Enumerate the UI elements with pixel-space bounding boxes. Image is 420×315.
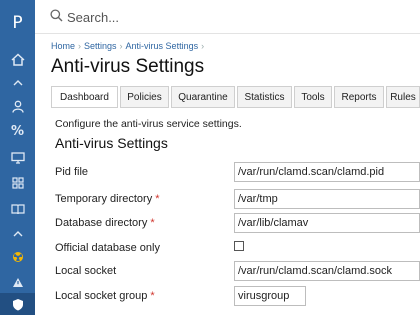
socket-group-label-text: Local socket group: [55, 290, 148, 302]
official-db-label: Official database only: [55, 242, 160, 254]
official-db-checkbox[interactable]: [234, 241, 244, 251]
required-marker: *: [155, 193, 160, 205]
tab-dashboard[interactable]: Dashboard: [51, 86, 118, 108]
radiation-icon[interactable]: [0, 245, 35, 269]
page-title: Anti-virus Settings: [51, 56, 205, 77]
temp-dir-input[interactable]: [234, 189, 420, 209]
alert-icon[interactable]: [0, 270, 35, 294]
breadcrumb-antivirus-settings[interactable]: Anti-virus Settings: [126, 41, 199, 51]
shield-icon[interactable]: [0, 293, 35, 315]
section-title: Anti-virus Settings: [55, 135, 168, 151]
pid-file-input[interactable]: [234, 162, 420, 182]
breadcrumb: Home › Settings › Anti-virus Settings ›: [51, 41, 207, 51]
sidebar: P %: [0, 0, 35, 315]
app-logo[interactable]: P: [0, 10, 35, 36]
tab-policies[interactable]: Policies: [120, 86, 169, 108]
monitor-icon[interactable]: [0, 146, 35, 170]
chevron-up-icon[interactable]: [0, 221, 35, 245]
required-marker: *: [150, 217, 155, 229]
breadcrumb-settings[interactable]: Settings: [84, 41, 117, 51]
tab-bar: Dashboard Policies Quarantine Statistics…: [51, 86, 420, 108]
chevron-up-icon[interactable]: [0, 70, 35, 94]
db-dir-label-text: Database directory: [55, 217, 148, 229]
pid-file-label: Pid file: [55, 166, 88, 178]
grid-icon[interactable]: [0, 171, 35, 195]
chevron-right-icon: ›: [78, 41, 82, 51]
socket-group-input[interactable]: [234, 286, 306, 306]
search-input[interactable]: [67, 7, 367, 27]
search-icon[interactable]: [50, 9, 63, 25]
home-icon[interactable]: [0, 47, 35, 71]
user-icon[interactable]: [0, 94, 35, 118]
pid-file-label-text: Pid file: [55, 166, 89, 178]
local-socket-label-text: Local socket: [55, 265, 117, 277]
db-dir-input[interactable]: [234, 213, 420, 233]
book-icon[interactable]: [0, 197, 35, 221]
local-socket-input[interactable]: [234, 261, 420, 281]
db-dir-label: Database directory *: [55, 217, 155, 229]
local-socket-label: Local socket: [55, 265, 116, 277]
official-db-label-text: Official database only: [55, 242, 160, 254]
temp-dir-label: Temporary directory *: [55, 193, 160, 205]
chevron-right-icon: ›: [201, 41, 205, 51]
page-description: Configure the anti-virus service setting…: [55, 118, 242, 130]
required-marker: *: [150, 290, 155, 302]
socket-group-label: Local socket group *: [55, 290, 155, 302]
temp-dir-label-text: Temporary directory: [55, 193, 153, 205]
tab-reports[interactable]: Reports: [334, 86, 384, 108]
percent-icon[interactable]: %: [0, 119, 35, 143]
tab-tools[interactable]: Tools: [294, 86, 332, 108]
tab-statistics[interactable]: Statistics: [237, 86, 292, 108]
top-search-bar: [35, 0, 420, 34]
tab-rules[interactable]: Rules: [386, 86, 420, 108]
tab-quarantine[interactable]: Quarantine: [171, 86, 235, 108]
breadcrumb-home[interactable]: Home: [51, 41, 75, 51]
chevron-right-icon: ›: [119, 41, 123, 51]
